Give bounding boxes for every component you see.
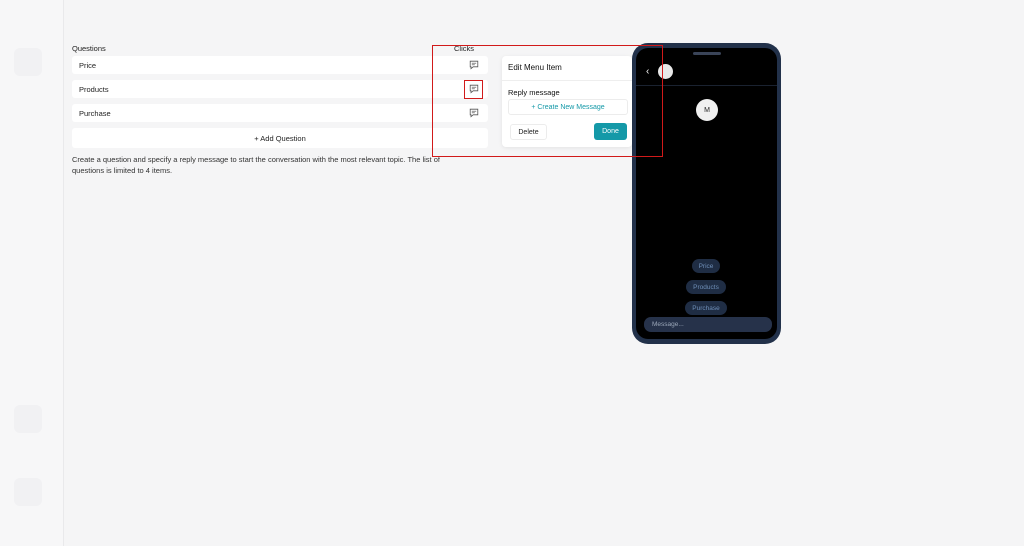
quick-reply-price[interactable]: Price — [692, 259, 720, 273]
sidebar-ghost-icon — [14, 405, 42, 433]
chat-avatar: M — [696, 99, 718, 121]
sidebar-ghost-icon — [14, 48, 42, 76]
highlight-box — [432, 45, 663, 157]
quick-reply-products[interactable]: Products — [686, 280, 726, 294]
question-label: Price — [79, 60, 97, 70]
question-row-purchase[interactable]: Purchase — [72, 104, 488, 122]
question-row-price[interactable]: Price — [72, 56, 488, 74]
question-label: Purchase — [79, 108, 111, 118]
message-input[interactable]: Message... — [644, 317, 772, 332]
questions-table-header: Questions Clicks — [72, 40, 488, 56]
quick-reply-purchase[interactable]: Purchase — [685, 301, 727, 315]
questions-panel: Questions Clicks Price Products Purchase… — [72, 40, 488, 176]
add-question-button[interactable]: + Add Question — [72, 128, 488, 148]
question-label: Products — [79, 84, 109, 94]
helper-text: Create a question and specify a reply me… — [72, 155, 440, 175]
question-row-products[interactable]: Products — [72, 79, 488, 99]
left-sidebar — [0, 0, 64, 546]
sidebar-ghost-icon — [14, 478, 42, 506]
phone-speaker — [693, 52, 721, 55]
questions-column-header: Questions — [72, 43, 106, 53]
